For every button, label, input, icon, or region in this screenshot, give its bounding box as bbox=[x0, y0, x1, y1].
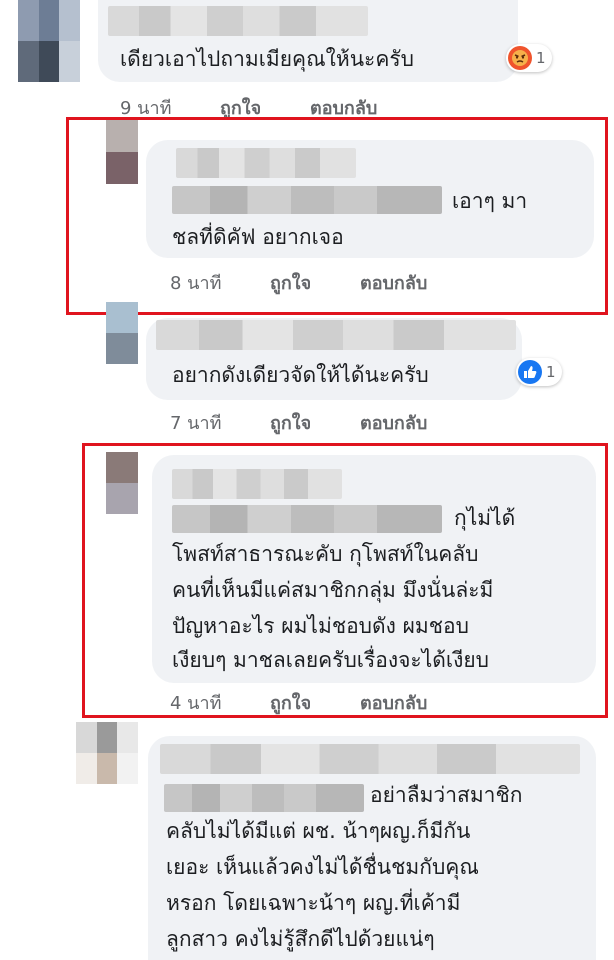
comment-text: คลับไม่ได้มีแต่ ผช. น้าๆผญ.ก็มีกัน bbox=[166, 819, 471, 843]
comment-text: เยอะ เห็นแล้วคงไม่ได้ชื่นชมกับคุณ bbox=[166, 855, 479, 879]
comment-text-blurred bbox=[172, 505, 442, 533]
commenter-name-blurred bbox=[176, 148, 356, 178]
comment-text: โพสท์สาธารณะคับ กุโพสท์ในคลับ bbox=[172, 542, 479, 566]
reaction-badge[interactable]: 1 bbox=[516, 358, 562, 386]
comment-text: เงียบๆ มาชลเลยครับเรื่องจะได้เงียบ bbox=[172, 648, 489, 672]
comment-text: กุไม่ได้ bbox=[454, 506, 516, 530]
comment-text: อย่าลืมว่าสมาชิก bbox=[370, 783, 523, 807]
like-link[interactable]: ถูกใจ bbox=[270, 408, 360, 437]
avatar[interactable] bbox=[18, 0, 80, 82]
comment-text: ปัญหาอะไร ผมไม่ชอบดัง ผมชอบ bbox=[172, 614, 469, 638]
comment-text-blurred bbox=[164, 784, 364, 812]
like-link[interactable]: ถูกใจ bbox=[270, 688, 360, 717]
reaction-count: 1 bbox=[546, 363, 556, 381]
comment-bubble: อยากดังเดียวจัดให้ได้นะครับ bbox=[146, 318, 522, 400]
comment-text: คนที่เห็นมีแค่สมาชิกกลุ่ม มึงนั่นล่ะมี bbox=[172, 578, 494, 602]
comment-meta: 7 นาที ถูกใจ ตอบกลับ bbox=[170, 408, 427, 437]
avatar[interactable] bbox=[76, 722, 138, 784]
reaction-badge[interactable]: 1 bbox=[506, 44, 552, 72]
like-link[interactable]: ถูกใจ bbox=[270, 268, 360, 297]
commenter-name-blurred bbox=[160, 744, 580, 774]
thumbs-up-icon bbox=[518, 360, 542, 384]
comment-text: ชลที่ดิคัฟ อยากเจอ bbox=[172, 225, 344, 249]
avatar[interactable] bbox=[106, 302, 138, 364]
comment-text-blurred bbox=[172, 186, 442, 214]
commenter-name-blurred bbox=[172, 469, 342, 499]
comment-text: หรอก โดยเฉพาะน้าๆ ผญ.ที่เค้ามี bbox=[166, 891, 461, 915]
reply-link[interactable]: ตอบกลับ bbox=[360, 688, 427, 717]
reply-link[interactable]: ตอบกลับ bbox=[360, 408, 427, 437]
comment-meta: 4 นาที ถูกใจ ตอบกลับ bbox=[170, 688, 427, 717]
reaction-count: 1 bbox=[536, 49, 546, 67]
avatar[interactable] bbox=[106, 452, 138, 514]
comment-text: ลูกสาว คงไม่รู้สึกดีไปด้วยแน่ๆ bbox=[166, 927, 435, 951]
commenter-name-blurred bbox=[156, 320, 516, 350]
commenter-name-blurred bbox=[108, 6, 368, 36]
comment-bubble: กุไม่ได้ โพสท์สาธารณะคับ กุโพสท์ในคลับ ค… bbox=[152, 455, 596, 683]
reply-link[interactable]: ตอบกลับ bbox=[360, 268, 427, 297]
comment-time[interactable]: 7 นาที bbox=[170, 408, 270, 437]
comment-meta: 8 นาที ถูกใจ ตอบกลับ bbox=[170, 268, 427, 297]
avatar[interactable] bbox=[106, 120, 138, 184]
comment-text: เดียวเอาไปถามเมียคุณให้นะครับ bbox=[120, 47, 414, 71]
comment-bubble: อย่าลืมว่าสมาชิก คลับไม่ได้มีแต่ ผช. น้า… bbox=[148, 736, 596, 960]
comment-time[interactable]: 4 นาที bbox=[170, 688, 270, 717]
comment-time[interactable]: 8 นาที bbox=[170, 268, 270, 297]
comment-bubble: เดียวเอาไปถามเมียคุณให้นะครับ bbox=[98, 0, 518, 82]
angry-face-icon bbox=[508, 46, 532, 70]
comment-text: เอาๆ มา bbox=[452, 189, 528, 213]
comment-bubble: เอาๆ มา ชลที่ดิคัฟ อยากเจอ bbox=[146, 140, 594, 258]
comment-text: อยากดังเดียวจัดให้ได้นะครับ bbox=[172, 363, 429, 387]
